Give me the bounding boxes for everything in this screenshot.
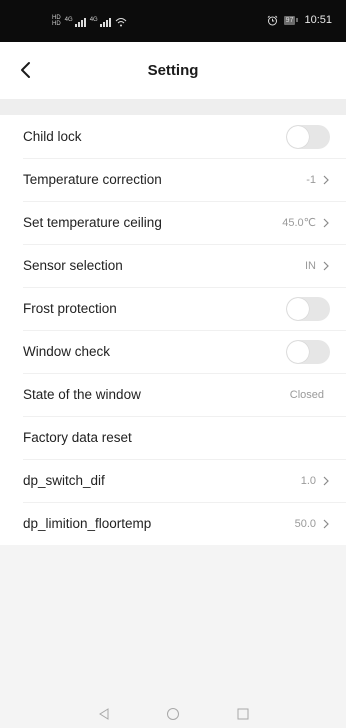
setting-label: Factory data reset (23, 430, 132, 445)
setting-label: Set temperature ceiling (23, 215, 162, 230)
square-recent-icon[interactable] (236, 707, 250, 721)
wifi-icon (115, 18, 127, 27)
frost-protection-toggle[interactable] (286, 296, 330, 321)
setting-row-factory-reset[interactable]: Factory data reset (0, 416, 346, 459)
setting-row-temperature-correction[interactable]: Temperature correction -1 (0, 158, 346, 201)
setting-value: 50.0 (294, 517, 316, 530)
setting-label: Window check (23, 344, 111, 359)
window-check-toggle[interactable] (286, 339, 330, 364)
cellular-signal-2-icon: 4G (90, 17, 111, 27)
page-title: Setting (147, 62, 199, 79)
toggle-knob (287, 340, 309, 363)
setting-row-frost-protection: Frost protection (0, 287, 346, 330)
setting-value: -1 (306, 173, 316, 186)
setting-label: Child lock (23, 129, 82, 144)
signal-1-label: 4G (64, 17, 73, 23)
battery-level: 97 (283, 15, 296, 25)
chevron-right-icon (323, 218, 329, 227)
status-bar: HD HD 4G 4G 97 10:51 (0, 0, 346, 42)
sim-badge: HD HD (52, 15, 61, 27)
child-lock-toggle[interactable] (286, 124, 330, 149)
setting-label: Frost protection (23, 301, 117, 316)
setting-row-dp-limition-floortemp[interactable]: dp_limition_floortemp 50.0 (0, 502, 346, 545)
section-divider (0, 99, 346, 115)
setting-label: Temperature correction (23, 172, 162, 187)
toggle-knob (287, 125, 309, 148)
setting-row-sensor-selection[interactable]: Sensor selection IN (0, 244, 346, 287)
chevron-right-icon (323, 261, 329, 270)
header-bar: Setting (0, 42, 346, 99)
chevron-right-icon (323, 175, 329, 184)
setting-label: dp_limition_floortemp (23, 516, 152, 531)
setting-row-child-lock: Child lock (0, 115, 346, 158)
alarm-clock-icon (267, 15, 278, 25)
setting-row-dp-switch-dif[interactable]: dp_switch_dif 1.0 (0, 459, 346, 502)
settings-list: Child lock Temperature correction -1 Set… (0, 115, 346, 545)
setting-label: Sensor selection (23, 258, 123, 273)
status-right-indicators: 97 10:51 (267, 14, 332, 26)
setting-value: 45.0℃ (282, 217, 316, 229)
setting-value: IN (305, 259, 316, 272)
status-left-indicators: HD HD 4G 4G (52, 15, 127, 27)
setting-row-temperature-ceiling[interactable]: Set temperature ceiling 45.0℃ (0, 201, 346, 244)
toggle-knob (287, 297, 309, 320)
setting-row-window-check: Window check (0, 330, 346, 373)
signal-2-label: 4G (89, 17, 98, 23)
circle-home-icon[interactable] (166, 707, 180, 721)
setting-label: dp_switch_dif (23, 473, 105, 488)
setting-label: State of the window (23, 387, 141, 402)
setting-row-window-state: State of the window Closed (0, 373, 346, 416)
battery-icon: 97 (283, 15, 299, 25)
setting-value: Closed (289, 388, 324, 401)
chevron-right-icon (323, 519, 329, 528)
setting-value: 1.0 (300, 474, 316, 487)
triangle-back-icon[interactable] (97, 707, 111, 721)
cellular-signal-1-icon: 4G (65, 17, 86, 27)
chevron-right-icon (323, 476, 329, 485)
system-nav-bar (0, 700, 346, 728)
status-time: 10:51 (304, 14, 332, 26)
